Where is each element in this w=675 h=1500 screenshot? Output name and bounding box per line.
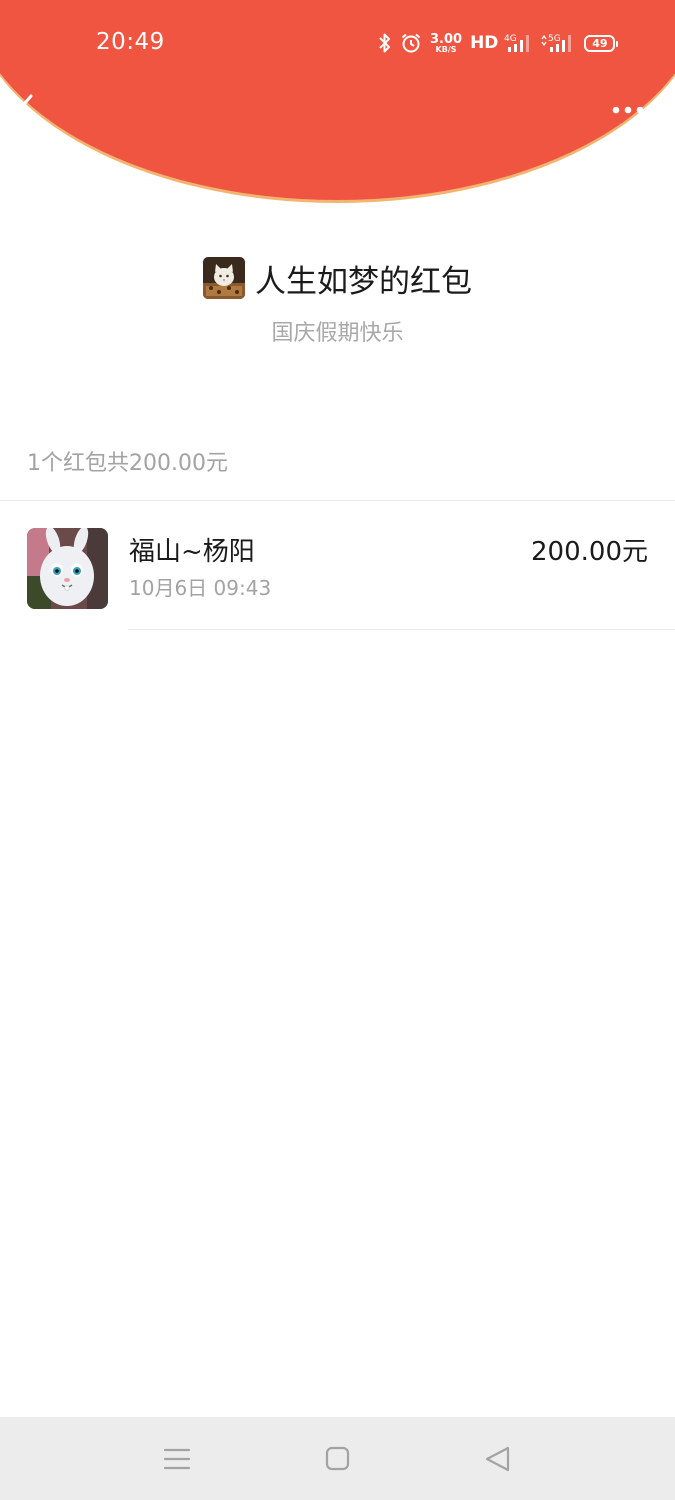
receiver-avatar[interactable]: [27, 528, 108, 609]
back-button[interactable]: [12, 92, 42, 128]
receiver-name: 福山~杨阳: [129, 537, 255, 567]
more-button[interactable]: [608, 98, 650, 122]
packet-summary: 1个红包共200.00元: [27, 451, 228, 476]
recent-apps-button[interactable]: [157, 1443, 197, 1475]
home-button[interactable]: [318, 1443, 358, 1475]
red-packet-detail-page: 20:49 3.00 KB/S HD 4G 5G 49 人生如梦的红包 国庆假期…: [0, 0, 675, 1500]
svg-text:4G: 4G: [504, 34, 517, 44]
net-speed-unit: KB/S: [435, 44, 457, 54]
receive-time: 10月6日 09:43: [129, 576, 272, 600]
net-speed: 3.00 KB/S: [430, 33, 462, 54]
home-square-icon: [325, 1446, 350, 1471]
cat-avatar-image: [203, 257, 245, 299]
back-triangle-icon: [485, 1446, 510, 1472]
more-dots-icon: [612, 106, 644, 114]
sender-row: 人生如梦的红包: [0, 256, 675, 300]
system-back-button[interactable]: [478, 1443, 518, 1475]
battery-icon: 49: [584, 34, 619, 52]
hd-label: HD: [470, 33, 499, 53]
greeting-message: 国庆假期快乐: [271, 321, 404, 346]
net-speed-value: 3.00: [430, 31, 463, 47]
bunny-avatar-image: [27, 528, 108, 609]
alarm-icon: [400, 32, 422, 54]
status-time: 20:49: [96, 29, 165, 55]
packet-title: 人生如梦的红包: [255, 263, 472, 300]
signal-icon: 5G: [540, 32, 574, 54]
receive-amount: 200.00元: [531, 537, 648, 567]
status-icons: 3.00 KB/S HD 4G 5G 49: [378, 30, 619, 56]
chevron-left-icon: [17, 94, 33, 126]
bluetooth-icon: [378, 32, 392, 54]
menu-icon: [163, 1448, 191, 1470]
divider: [128, 629, 675, 630]
signal-icon: 4G: [504, 32, 532, 54]
receiver-list-item[interactable]: 福山~杨阳 10月6日 09:43 200.00元: [0, 501, 675, 630]
svg-text:5G: 5G: [548, 34, 561, 44]
status-bar: 20:49 3.00 KB/S HD 4G 5G 49: [0, 0, 675, 86]
system-nav-bar: [0, 1417, 675, 1500]
sender-avatar[interactable]: [203, 257, 245, 299]
